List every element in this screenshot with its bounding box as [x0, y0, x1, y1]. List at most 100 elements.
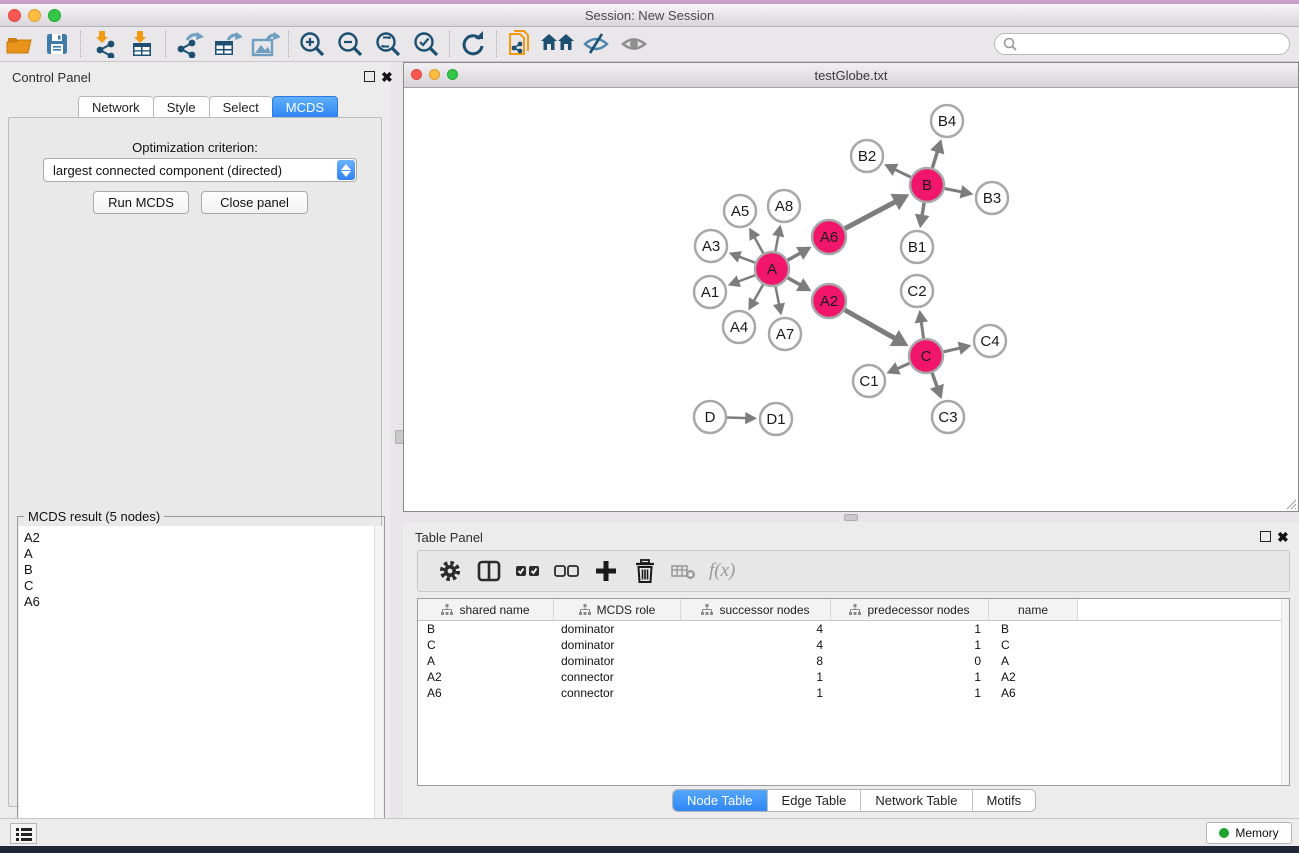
- select-all-button[interactable]: [508, 555, 547, 587]
- close-panel-button[interactable]: Close panel: [201, 191, 308, 214]
- delete-column-button[interactable]: [625, 555, 664, 587]
- cell: A6: [989, 685, 1078, 701]
- hide-panels-button[interactable]: [577, 28, 615, 60]
- export-table-button[interactable]: [208, 28, 246, 60]
- column-header-predecessor-nodes[interactable]: predecessor nodes: [831, 599, 989, 620]
- tab-motifs[interactable]: Motifs: [973, 790, 1036, 811]
- table-scrollbar[interactable]: [1281, 599, 1289, 785]
- edge-B-B1[interactable]: [922, 203, 924, 217]
- edge-D-D1[interactable]: [727, 418, 747, 419]
- toolbar-separator: [288, 31, 289, 57]
- node-label-A3: A3: [702, 238, 720, 255]
- memory-label: Memory: [1235, 826, 1278, 840]
- deselect-all-button[interactable]: [547, 555, 586, 587]
- add-column-button[interactable]: [586, 555, 625, 587]
- table-settings-button[interactable]: [430, 555, 469, 587]
- edge-A-A4[interactable]: [753, 285, 763, 302]
- open-file-button[interactable]: [0, 28, 38, 60]
- export-image-button[interactable]: [246, 28, 284, 60]
- refresh-button[interactable]: [454, 28, 492, 60]
- task-history-button[interactable]: [10, 823, 37, 844]
- edge-B-B3[interactable]: [945, 189, 963, 193]
- node-label-C4: C4: [980, 333, 999, 350]
- edge-A-A5[interactable]: [754, 236, 763, 253]
- edge-C-C4[interactable]: [944, 348, 962, 352]
- edge-A-A8[interactable]: [775, 234, 778, 251]
- show-panels-button[interactable]: [615, 28, 653, 60]
- edge-A2-C[interactable]: [845, 310, 896, 339]
- close-panel-icon[interactable]: ✖: [381, 69, 393, 86]
- edge-A-A1[interactable]: [737, 275, 755, 282]
- table-row[interactable]: A2connector11A2: [418, 669, 1289, 685]
- save-session-button[interactable]: [38, 28, 76, 60]
- network-window-titlebar[interactable]: testGlobe.txt: [404, 63, 1298, 88]
- tab-style[interactable]: Style: [153, 96, 209, 118]
- edge-A6-B[interactable]: [845, 201, 897, 228]
- cell: dominator: [554, 637, 681, 653]
- edge-C-C3[interactable]: [932, 373, 937, 388]
- edge-C-C1[interactable]: [896, 363, 909, 369]
- criterion-dropdown[interactable]: largest connected component (directed): [43, 158, 357, 182]
- edge-B-B4[interactable]: [932, 150, 937, 168]
- tab-network-table[interactable]: Network Table: [861, 790, 972, 811]
- edge-A-A2[interactable]: [788, 278, 802, 286]
- run-mcds-button[interactable]: Run MCDS: [93, 191, 189, 214]
- edge-C-C2[interactable]: [921, 320, 923, 338]
- edge-A-A7[interactable]: [776, 287, 780, 306]
- zoom-in-button[interactable]: [293, 28, 331, 60]
- float-panel-icon[interactable]: [364, 71, 375, 82]
- column-header-MCDS-role[interactable]: MCDS role: [554, 599, 681, 620]
- toolbar-separator: [80, 31, 81, 57]
- export-network-button[interactable]: [170, 28, 208, 60]
- mcds-result-item[interactable]: B: [24, 562, 375, 578]
- close-table-panel-icon[interactable]: ✖: [1277, 529, 1289, 546]
- zoom-out-button[interactable]: [331, 28, 369, 60]
- cell: 1: [831, 637, 989, 653]
- mcds-result-item[interactable]: A6: [24, 594, 375, 610]
- node-label-A5: A5: [731, 203, 749, 220]
- network-canvas[interactable]: B4B2BB3A8A5A6A3B1AA1C2A2A4A7C4CC1C3DD1: [404, 88, 1298, 511]
- zoom-fit-button[interactable]: [369, 28, 407, 60]
- column-header-successor-nodes[interactable]: successor nodes: [681, 599, 831, 620]
- table-row[interactable]: Adominator80A: [418, 653, 1289, 669]
- table-row[interactable]: A6connector11A6: [418, 685, 1289, 701]
- import-network-button[interactable]: [85, 28, 123, 60]
- tab-edge-table[interactable]: Edge Table: [768, 790, 862, 811]
- tab-mcds[interactable]: MCDS: [272, 96, 338, 118]
- mcds-result-list[interactable]: A2ABCA6: [19, 526, 375, 853]
- edge-A-A6[interactable]: [788, 252, 802, 260]
- table-row[interactable]: Bdominator41B: [418, 621, 1289, 637]
- mcds-result-item[interactable]: C: [24, 578, 375, 594]
- column-header-name[interactable]: name: [989, 599, 1078, 620]
- horizontal-split-handle[interactable]: [844, 514, 858, 521]
- app-titlebar[interactable]: Session: New Session: [0, 4, 1299, 27]
- column-header-shared-name[interactable]: shared name: [418, 599, 554, 620]
- table-row[interactable]: Cdominator41C: [418, 637, 1289, 653]
- edge-B-B2[interactable]: [894, 169, 911, 177]
- tab-node-table[interactable]: Node Table: [673, 790, 768, 811]
- arrowhead-icon: [915, 310, 928, 324]
- cell: A6: [418, 685, 554, 701]
- result-list-scrollbar[interactable]: [374, 526, 383, 853]
- home-view-button[interactable]: [539, 28, 577, 60]
- mcds-result-item[interactable]: A2: [24, 530, 375, 546]
- edge-A-A3[interactable]: [738, 256, 755, 263]
- float-table-panel-icon[interactable]: [1260, 531, 1271, 542]
- zoom-fit-icon: [374, 30, 402, 58]
- node-table[interactable]: shared nameMCDS rolesuccessor nodesprede…: [417, 598, 1290, 786]
- zoom-in-icon: [298, 30, 326, 58]
- tab-network[interactable]: Network: [78, 96, 153, 118]
- search-input[interactable]: [994, 33, 1290, 55]
- resize-grip-icon[interactable]: [1284, 497, 1297, 510]
- column-view-button[interactable]: [469, 555, 508, 587]
- mcds-result-item[interactable]: A: [24, 546, 375, 562]
- duplicate-network-button[interactable]: [501, 28, 539, 60]
- memory-button[interactable]: Memory: [1206, 822, 1292, 844]
- tab-select[interactable]: Select: [209, 96, 272, 118]
- zoom-selected-button[interactable]: [407, 28, 445, 60]
- cell: 4: [681, 621, 831, 637]
- mcds-tab-content: Optimization criterion: largest connecte…: [8, 117, 382, 807]
- node-label-B3: B3: [983, 190, 1001, 207]
- import-table-button[interactable]: [123, 28, 161, 60]
- node-label-B4: B4: [938, 113, 956, 130]
